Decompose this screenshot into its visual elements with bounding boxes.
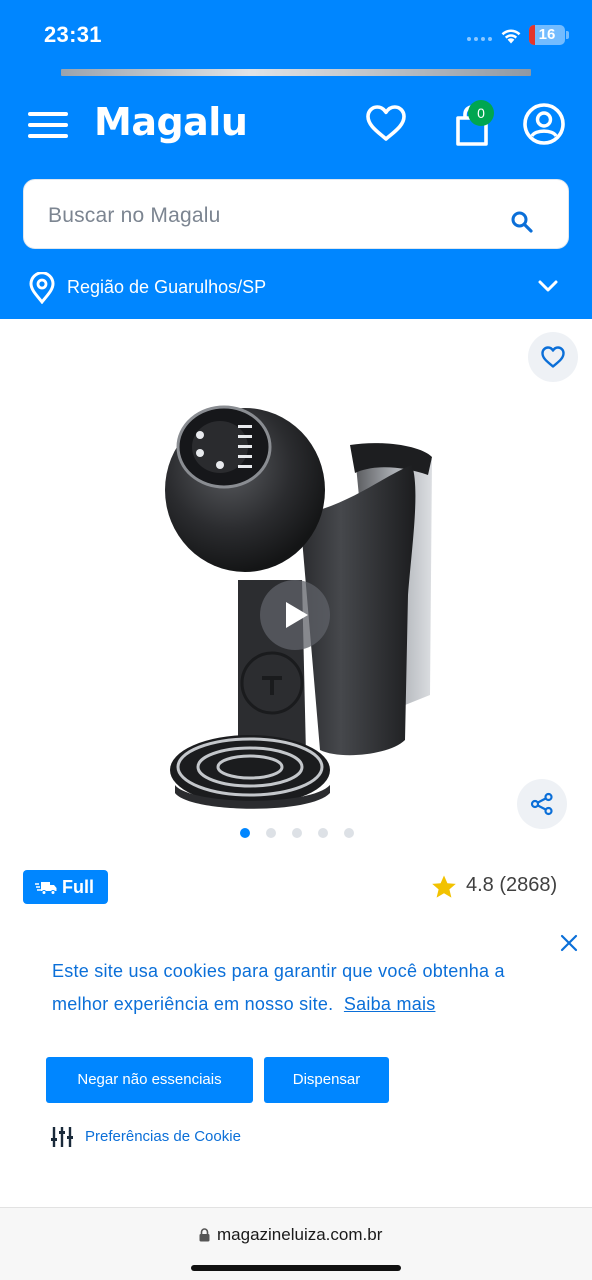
full-delivery-badge: Full xyxy=(23,870,108,904)
cookie-message: Este site usa cookies para garantir que … xyxy=(52,955,552,1021)
region-selector[interactable]: Região de Guarulhos/SP xyxy=(0,264,592,310)
browser-url[interactable]: magazineluiza.com.br xyxy=(217,1225,382,1245)
cookie-message-text: Este site usa cookies para garantir que … xyxy=(52,961,505,1014)
play-video-button[interactable] xyxy=(260,580,330,650)
status-time: 23:31 xyxy=(44,22,102,47)
cookie-preferences-label: Preferências de Cookie xyxy=(85,1128,241,1145)
truck-icon xyxy=(35,882,57,895)
location-pin-icon xyxy=(29,272,55,304)
battery-level: 16 xyxy=(538,26,556,43)
play-icon xyxy=(286,602,308,628)
battery-tip xyxy=(566,31,569,39)
gallery-dot[interactable] xyxy=(292,828,302,838)
search-input[interactable]: Buscar no Magalu xyxy=(48,204,220,228)
browser-url-bar[interactable]: magazineluiza.com.br xyxy=(0,1207,592,1280)
top-nav: Magalu xyxy=(0,90,592,160)
chevron-down-icon[interactable] xyxy=(537,278,559,294)
dismiss-button[interactable]: Dispensar xyxy=(264,1057,389,1103)
battery-icon: 16 xyxy=(529,25,565,45)
user-icon[interactable] xyxy=(522,102,566,146)
heart-icon[interactable] xyxy=(364,103,408,143)
menu-icon[interactable] xyxy=(28,110,68,140)
cart-count-badge: 0 xyxy=(468,100,494,126)
region-label: Região de Guarulhos/SP xyxy=(67,277,267,297)
share-button[interactable] xyxy=(517,779,567,829)
status-bar: 23:31 16 xyxy=(0,0,592,66)
browser-tab-strip xyxy=(61,69,531,76)
search-icon[interactable] xyxy=(510,210,534,234)
full-badge-label: Full xyxy=(62,877,94,897)
gallery-dot[interactable] xyxy=(266,828,276,838)
lock-icon xyxy=(199,1228,210,1242)
learn-more-link[interactable]: Saiba mais xyxy=(344,994,436,1014)
header: 23:31 16 Magalu 0 Buscar no Magalu Regiã… xyxy=(0,0,592,319)
rating-summary[interactable]: 4.8 (2868) xyxy=(466,874,557,897)
close-icon[interactable] xyxy=(560,934,578,952)
gallery-dot[interactable] xyxy=(344,828,354,838)
magalu-logo[interactable]: Magalu xyxy=(94,100,248,144)
star-icon xyxy=(432,875,456,898)
gallery-dot[interactable] xyxy=(240,828,250,838)
wifi-icon xyxy=(501,29,521,44)
gallery-dot[interactable] xyxy=(318,828,328,838)
heart-icon xyxy=(541,346,565,368)
share-icon xyxy=(530,792,553,816)
search-bar[interactable]: Buscar no Magalu xyxy=(23,179,569,249)
deny-nonessential-button[interactable]: Negar não essenciais xyxy=(46,1057,253,1103)
gallery-pagination[interactable] xyxy=(240,828,354,838)
favorite-button[interactable] xyxy=(528,332,578,382)
home-indicator[interactable] xyxy=(191,1265,401,1271)
sliders-icon xyxy=(51,1127,73,1147)
cellular-dots-icon xyxy=(467,37,492,41)
